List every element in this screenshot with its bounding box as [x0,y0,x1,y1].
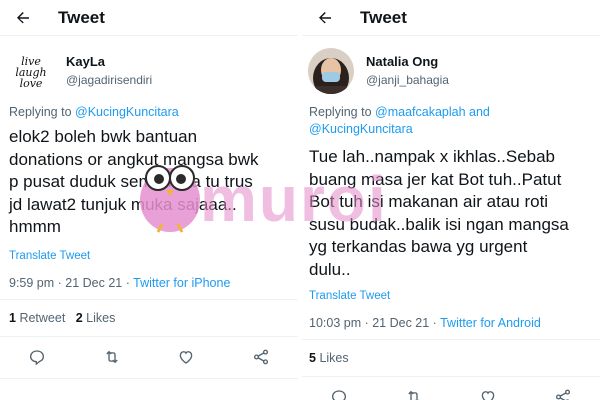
share-icon[interactable] [552,386,574,400]
tweet-source-link[interactable]: Twitter for Android [440,316,541,330]
retweet-icon[interactable] [403,386,425,400]
divider [302,376,600,377]
replying-to: Replying to @maafcakaplah and @KucingKun… [309,105,490,136]
like-stat[interactable]: 5 Likes [309,351,349,365]
tweet-body: elok2 boleh bwk bantuan donations or ang… [9,127,259,236]
user-handle[interactable]: @jagadirisendiri [66,71,152,89]
user-handle[interactable]: @janji_bahagia [366,71,449,89]
share-icon[interactable] [250,346,272,368]
display-name[interactable]: KayLa [66,53,152,71]
divider [0,336,298,337]
heart-icon[interactable] [477,386,499,400]
tweet-source-link[interactable]: Twitter for iPhone [133,276,230,290]
back-arrow-icon[interactable] [314,7,336,29]
header-title: Tweet [360,7,407,27]
header-bar: Tweet [0,0,298,36]
heart-icon[interactable] [175,346,197,368]
tweet-meta: 10:03 pm · 21 Dec 21 · Twitter for Andro… [309,316,541,330]
reply-mention-link[interactable]: @maafcakaplah and [375,105,490,119]
divider [0,299,298,300]
retweet-stat[interactable]: 1 Retweet [9,311,65,325]
tweet-panel-right: Tweet Natalia Ong @janji_bahagia Replyin… [302,0,600,400]
like-stat[interactable]: 2 Likes [76,311,116,325]
reply-icon[interactable] [26,346,48,368]
action-bar [302,386,600,400]
tweet-meta: 9:59 pm · 21 Dec 21 · Twitter for iPhone [9,276,231,290]
reply-mention-link[interactable]: @KucingKuncitara [309,122,413,136]
avatar[interactable] [308,48,354,94]
replying-to: Replying to @KucingKuncitara [9,105,179,119]
display-name[interactable]: Natalia Ong [366,53,449,71]
tweet-author[interactable]: Natalia Ong @janji_bahagia [308,48,449,94]
avatar[interactable]: live laugh love [8,48,54,94]
tweet-stats: 1 Retweet 2 Likes [9,311,115,325]
divider [0,378,298,379]
header-bar: Tweet [302,0,600,36]
svg-text:love: love [20,77,43,90]
action-bar [0,346,298,368]
reply-mention-link[interactable]: @KucingKuncitara [75,105,179,119]
retweet-icon[interactable] [101,346,123,368]
back-arrow-icon[interactable] [12,7,34,29]
translate-tweet-link[interactable]: Translate Tweet [9,250,90,262]
reply-icon[interactable] [328,386,350,400]
translate-tweet-link[interactable]: Translate Tweet [309,290,390,302]
divider [302,339,600,340]
tweet-body: Tue lah..nampak x ikhlas..Sebab buang ma… [309,147,569,279]
tweet-stats: 5 Likes [309,351,349,365]
tweet-panel-left: Tweet live laugh love KayLa @jagadirisen… [0,0,298,400]
header-title: Tweet [58,7,105,27]
tweet-author[interactable]: live laugh love KayLa @jagadirisendiri [8,48,152,94]
